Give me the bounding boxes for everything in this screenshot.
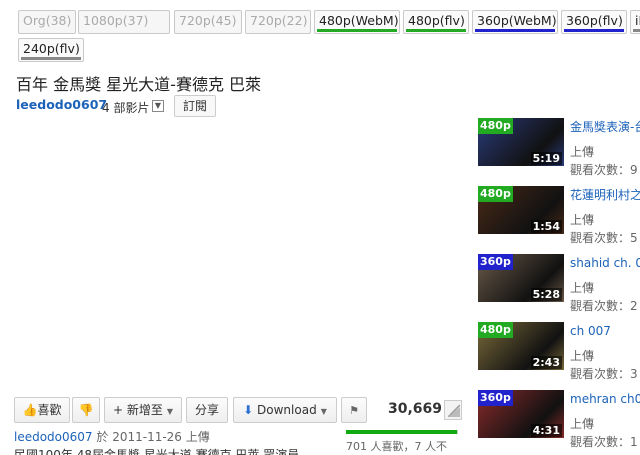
quality-badge: 480p xyxy=(478,186,513,202)
stats-button[interactable] xyxy=(444,400,462,420)
related-video-title[interactable]: shahid ch. 00 xyxy=(570,256,640,278)
video-title: 百年 金馬獎 星光大道-賽德克 巴萊 xyxy=(16,75,262,94)
format-option[interactable]: Org(38) xyxy=(18,10,76,34)
format-label: 1080p(37) xyxy=(83,13,149,28)
share-button[interactable]: 分享 xyxy=(186,397,228,423)
format-bar: Org(38) 1080p(37) 720p(45) 720p(22) 480p(Web… xyxy=(18,10,640,62)
format-option[interactable]: 720p(45) xyxy=(174,10,242,34)
like-ratio-fill xyxy=(346,430,457,434)
uploader-link-small[interactable]: leedodo0607 xyxy=(14,430,93,444)
stats-chart-icon xyxy=(448,405,460,417)
format-underline xyxy=(475,29,555,32)
like-label: 喜歡 xyxy=(37,403,62,417)
format-label: 480p(flv) xyxy=(408,13,465,28)
format-option[interactable]: 360p(flv) xyxy=(561,10,627,34)
caret-down-icon: ▼ xyxy=(166,407,174,416)
format-label: 480p(WebM) xyxy=(319,13,399,28)
quality-badge: 360p xyxy=(478,254,513,270)
related-video-title[interactable]: 花蓮明利村之 xyxy=(570,188,640,210)
related-video-title[interactable]: 金馬獎表演-台 xyxy=(570,120,640,142)
video-player[interactable] xyxy=(16,120,464,392)
video-thumbnail[interactable]: 360p 4:31 xyxy=(478,390,564,438)
related-upload-label: 上傳 xyxy=(570,281,595,295)
video-duration: 5:28 xyxy=(530,288,562,301)
download-button[interactable]: ⬇ Download ▼ xyxy=(233,397,337,423)
related-view-count: 觀看次數：5 xyxy=(570,231,638,245)
video-duration: 4:31 xyxy=(530,424,562,437)
video-description: 民國100年 48屆金馬獎 星光大道 賽德克 巴萊 眾演員 xyxy=(14,448,300,455)
related-video-item[interactable]: 360p 5:28 shahid ch. 00 上傳觀看次數：2 xyxy=(478,252,640,320)
format-underline xyxy=(406,29,466,32)
format-label: 240p(flv) xyxy=(23,41,80,56)
uploader-link[interactable]: leedodo0607 xyxy=(16,97,107,112)
related-video-item[interactable]: 480p 2:43 ch 007 上傳觀看次數：3 xyxy=(478,320,640,388)
format-option[interactable]: 1080p(37) xyxy=(78,10,170,34)
related-upload-label: 上傳 xyxy=(570,417,595,431)
related-video-item[interactable]: 480p 5:19 金馬獎表演-台上傳觀看次數：9 xyxy=(478,116,640,184)
video-thumbnail[interactable]: 360p 5:28 xyxy=(478,254,564,302)
flag-button[interactable]: ⚑ xyxy=(341,397,367,423)
format-option[interactable]: iPod xyxy=(630,10,640,34)
format-label: 360p(WebM) xyxy=(477,13,557,28)
video-thumbnail[interactable]: 480p 1:54 xyxy=(478,186,564,234)
quality-badge: 480p xyxy=(478,322,513,338)
quality-badge: 360p xyxy=(478,390,513,406)
related-upload-label: 上傳 xyxy=(570,213,595,227)
thumbs-up-icon: 👍 xyxy=(22,403,38,417)
like-button[interactable]: 👍喜歡 xyxy=(14,397,70,423)
video-count: 4 部影片 xyxy=(102,101,150,115)
like-stats: 701 人喜歡，7 人不 xyxy=(346,440,447,453)
video-duration: 2:43 xyxy=(530,356,562,369)
format-underline xyxy=(317,29,397,32)
upload-date: 於 2011-11-26 上傳 xyxy=(96,430,210,444)
related-view-count: 觀看次數：2 xyxy=(570,299,638,313)
flag-icon: ⚑ xyxy=(349,404,359,417)
video-duration: 1:54 xyxy=(530,220,562,233)
related-videos: 480p 5:19 金馬獎表演-台 上傳 觀看次數：9 480p 1:54 花蓮明利村之 上傳觀… xyxy=(478,116,640,455)
format-option[interactable]: 720p(22) xyxy=(245,10,311,34)
video-thumbnail[interactable]: 480p 2:43 xyxy=(478,322,564,370)
view-count: 30,669 xyxy=(388,401,443,417)
subscribe-button[interactable]: 訂閱 xyxy=(174,95,217,117)
download-arrow-icon: ⬇ xyxy=(243,403,254,417)
chevron-down-icon[interactable]: ▼ xyxy=(152,100,164,112)
format-option[interactable]: 360p(WebM) xyxy=(472,10,558,34)
format-label: 360p(flv) xyxy=(566,13,623,28)
dislike-button[interactable]: 👎 xyxy=(72,397,100,423)
download-label: Download xyxy=(257,403,317,417)
video-thumbnail[interactable]: 480p 5:19 xyxy=(478,118,564,166)
like-ratio-bar xyxy=(346,430,458,434)
related-video-item[interactable]: 360p 4:31 mehran ch00 上傳觀看次數：1 xyxy=(478,388,640,455)
related-view-count: 觀看次數：1 xyxy=(570,435,638,449)
format-option[interactable]: 480p(WebM) xyxy=(314,10,400,34)
format-option[interactable]: 480p(flv) xyxy=(403,10,469,34)
related-view-count: 觀看次數：3 xyxy=(570,367,638,381)
caret-down-icon: ▼ xyxy=(320,407,327,416)
quality-badge: 480p xyxy=(478,118,513,134)
video-duration: 5:19 xyxy=(530,152,562,165)
related-upload-label: 上傳 xyxy=(570,349,595,363)
format-underline xyxy=(633,29,640,32)
action-bar: 👍喜歡 👎 + 新增至 ▼ 分享 ⬇ Download ▼ ⚑ 30,669 xyxy=(14,397,464,423)
related-upload-label: 上傳 xyxy=(570,145,595,159)
related-video-item[interactable]: 480p 1:54 花蓮明利村之上傳觀看次數：5 xyxy=(478,184,640,252)
format-underline xyxy=(564,29,624,32)
add-to-button[interactable]: + 新增至 ▼ xyxy=(104,397,182,423)
upload-info: leedodo0607 於 2011-11-26 上傳 xyxy=(14,428,210,445)
format-label: 720p(22) xyxy=(250,13,308,28)
format-label: Org(38) xyxy=(23,13,72,28)
related-view-count: 觀看次數：9 xyxy=(570,163,638,177)
related-video-title[interactable]: ch 007 xyxy=(570,324,640,346)
add-to-label: + 新增至 xyxy=(112,403,163,417)
thumbs-down-icon: 👎 xyxy=(78,403,94,417)
related-video-title[interactable]: mehran ch00 xyxy=(570,392,640,414)
format-underline xyxy=(21,57,81,60)
format-label: 720p(45) xyxy=(179,13,237,28)
format-option[interactable]: 240p(flv) xyxy=(18,38,84,62)
format-label: iPod xyxy=(635,13,640,28)
